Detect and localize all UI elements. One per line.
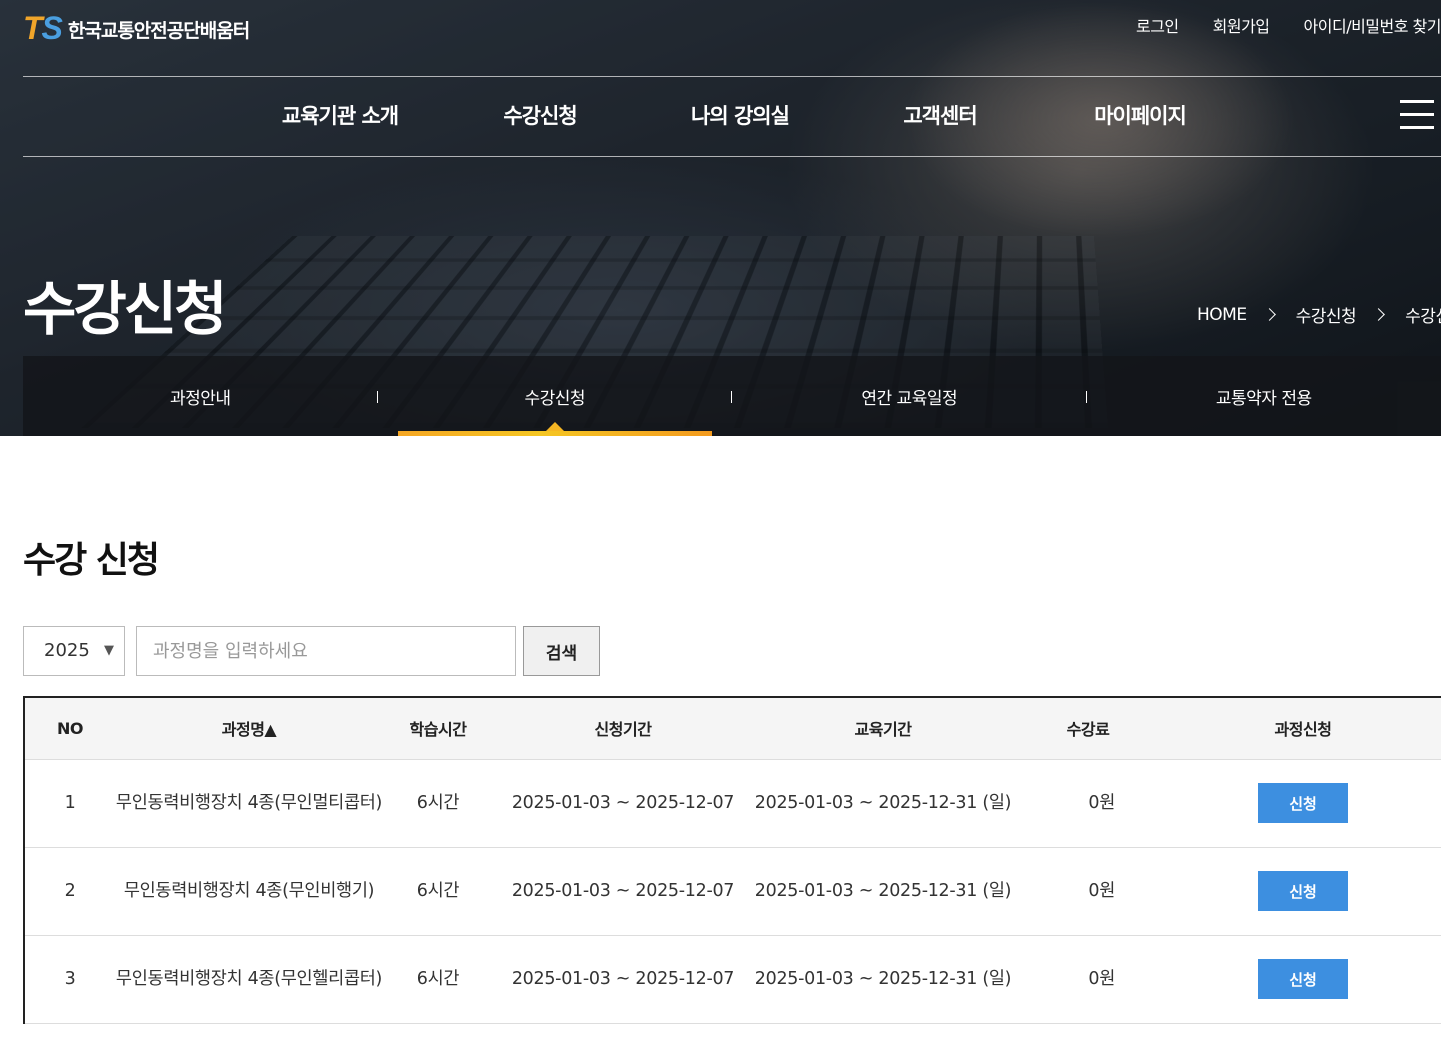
col-header-apply: 과정신청 bbox=[1163, 698, 1441, 760]
tab-accessibility-only[interactable]: 교통약자 전용 bbox=[1087, 356, 1441, 436]
chevron-right-icon bbox=[1372, 308, 1386, 321]
signup-link[interactable]: 회원가입 bbox=[1213, 13, 1270, 37]
tab-course-info[interactable]: 과정안내 bbox=[23, 356, 378, 436]
tab-annual-schedule[interactable]: 연간 교육일정 bbox=[732, 356, 1087, 436]
col-header-apply-period: 신청기간 bbox=[493, 698, 753, 760]
gnb-bottom-divider bbox=[23, 156, 1441, 157]
row-edu-period: 2025-01-03 ~ 2025-12-31 (일) bbox=[753, 935, 1013, 1024]
row-hours: 6시간 bbox=[383, 759, 493, 848]
gnb-item-customer-center[interactable]: 고객센터 bbox=[840, 100, 1040, 130]
active-tab-indicator-icon bbox=[545, 422, 564, 431]
search-button[interactable]: 검색 bbox=[523, 626, 600, 676]
row-course-name: 무인동력비행장치 4종(무인비행기) bbox=[115, 847, 383, 936]
chevron-right-icon bbox=[1262, 308, 1276, 321]
gnb-item-enroll[interactable]: 수강신청 bbox=[440, 100, 640, 130]
table-row: 2 무인동력비행장치 4종(무인비행기) 6시간 2025-01-03 ~ 20… bbox=[25, 847, 1441, 936]
row-no: 3 bbox=[25, 935, 115, 1024]
find-account-link[interactable]: 아이디/비밀번호 찾기 bbox=[1304, 13, 1441, 37]
row-apply-period: 2025-01-03 ~ 2025-12-07 bbox=[493, 935, 753, 1024]
row-apply-period: 2025-01-03 ~ 2025-12-07 bbox=[493, 759, 753, 848]
gnb-top-divider bbox=[23, 76, 1441, 77]
row-course-name: 무인동력비행장치 4종(무인헬리콥터) bbox=[115, 935, 383, 1024]
row-no: 1 bbox=[25, 759, 115, 848]
row-fee: 0원 bbox=[1013, 935, 1163, 1024]
site-logo[interactable]: TS 한국교통안전공단배움터 bbox=[23, 9, 250, 46]
row-hours: 6시간 bbox=[383, 935, 493, 1024]
global-nav: 교육기관 소개 수강신청 나의 강의실 고객센터 마이페이지 bbox=[240, 100, 1240, 130]
logo-text: 한국교통안전공단배움터 bbox=[67, 20, 250, 42]
breadcrumb-level-1[interactable]: 수강신청 bbox=[1296, 302, 1357, 327]
page-title: 수강신청 bbox=[23, 275, 227, 343]
gnb-item-about[interactable]: 교육기관 소개 bbox=[240, 100, 440, 130]
col-header-no: NO bbox=[25, 698, 115, 760]
search-bar: 2025 ▼ 검색 bbox=[23, 626, 600, 676]
active-tab-underline bbox=[397, 431, 712, 436]
table-header-row: NO 과정명▲ 학습시간 신청기간 교육기간 수강료 과정신청 bbox=[25, 698, 1441, 760]
apply-button[interactable]: 신청 bbox=[1258, 783, 1348, 823]
course-table: NO 과정명▲ 학습시간 신청기간 교육기간 수강료 과정신청 1 무인동력비행… bbox=[23, 696, 1441, 1024]
row-edu-period: 2025-01-03 ~ 2025-12-31 (일) bbox=[753, 847, 1013, 936]
col-header-fee: 수강료 bbox=[1013, 698, 1163, 760]
table-row: 1 무인동력비행장치 4종(무인멀티콥터) 6시간 2025-01-03 ~ 2… bbox=[25, 759, 1441, 848]
section-title: 수강 신청 bbox=[23, 540, 160, 581]
gnb-item-mypage[interactable]: 마이페이지 bbox=[1040, 100, 1240, 130]
year-select[interactable]: 2025 ▼ bbox=[23, 626, 125, 676]
row-fee: 0원 bbox=[1013, 759, 1163, 848]
row-fee: 0원 bbox=[1013, 847, 1163, 936]
sub-nav: 과정안내 수강신청 연간 교육일정 교통약자 전용 bbox=[23, 356, 1441, 436]
breadcrumb-home[interactable]: HOME bbox=[1197, 305, 1247, 325]
col-header-edu-period: 교육기간 bbox=[753, 698, 1013, 760]
row-course-name: 무인동력비행장치 4종(무인멀티콥터) bbox=[115, 759, 383, 848]
row-hours: 6시간 bbox=[383, 847, 493, 936]
hero-banner: TS 한국교통안전공단배움터 로그인 회원가입 아이디/비밀번호 찾기 교육기관… bbox=[0, 0, 1441, 436]
apply-button[interactable]: 신청 bbox=[1258, 959, 1348, 999]
breadcrumb: HOME 수강신청 수강신청 bbox=[1197, 302, 1441, 328]
tab-enroll[interactable]: 수강신청 bbox=[378, 356, 732, 436]
utility-menu: 로그인 회원가입 아이디/비밀번호 찾기 bbox=[1136, 13, 1441, 37]
apply-button[interactable]: 신청 bbox=[1258, 871, 1348, 911]
table-row: 3 무인동력비행장치 4종(무인헬리콥터) 6시간 2025-01-03 ~ 2… bbox=[25, 935, 1441, 1024]
col-header-course-name[interactable]: 과정명▲ bbox=[115, 698, 383, 760]
breadcrumb-level-2[interactable]: 수강신청 bbox=[1405, 302, 1441, 327]
row-apply-period: 2025-01-03 ~ 2025-12-07 bbox=[493, 847, 753, 936]
login-link[interactable]: 로그인 bbox=[1136, 13, 1179, 37]
dropdown-arrow-icon: ▼ bbox=[104, 643, 114, 658]
ts-logo-icon: TS bbox=[23, 9, 63, 46]
row-no: 2 bbox=[25, 847, 115, 936]
course-search-input[interactable] bbox=[136, 626, 516, 676]
hamburger-menu-icon[interactable] bbox=[1400, 100, 1434, 130]
row-edu-period: 2025-01-03 ~ 2025-12-31 (일) bbox=[753, 759, 1013, 848]
gnb-item-my-classroom[interactable]: 나의 강의실 bbox=[640, 100, 840, 130]
col-header-hours: 학습시간 bbox=[383, 698, 493, 760]
